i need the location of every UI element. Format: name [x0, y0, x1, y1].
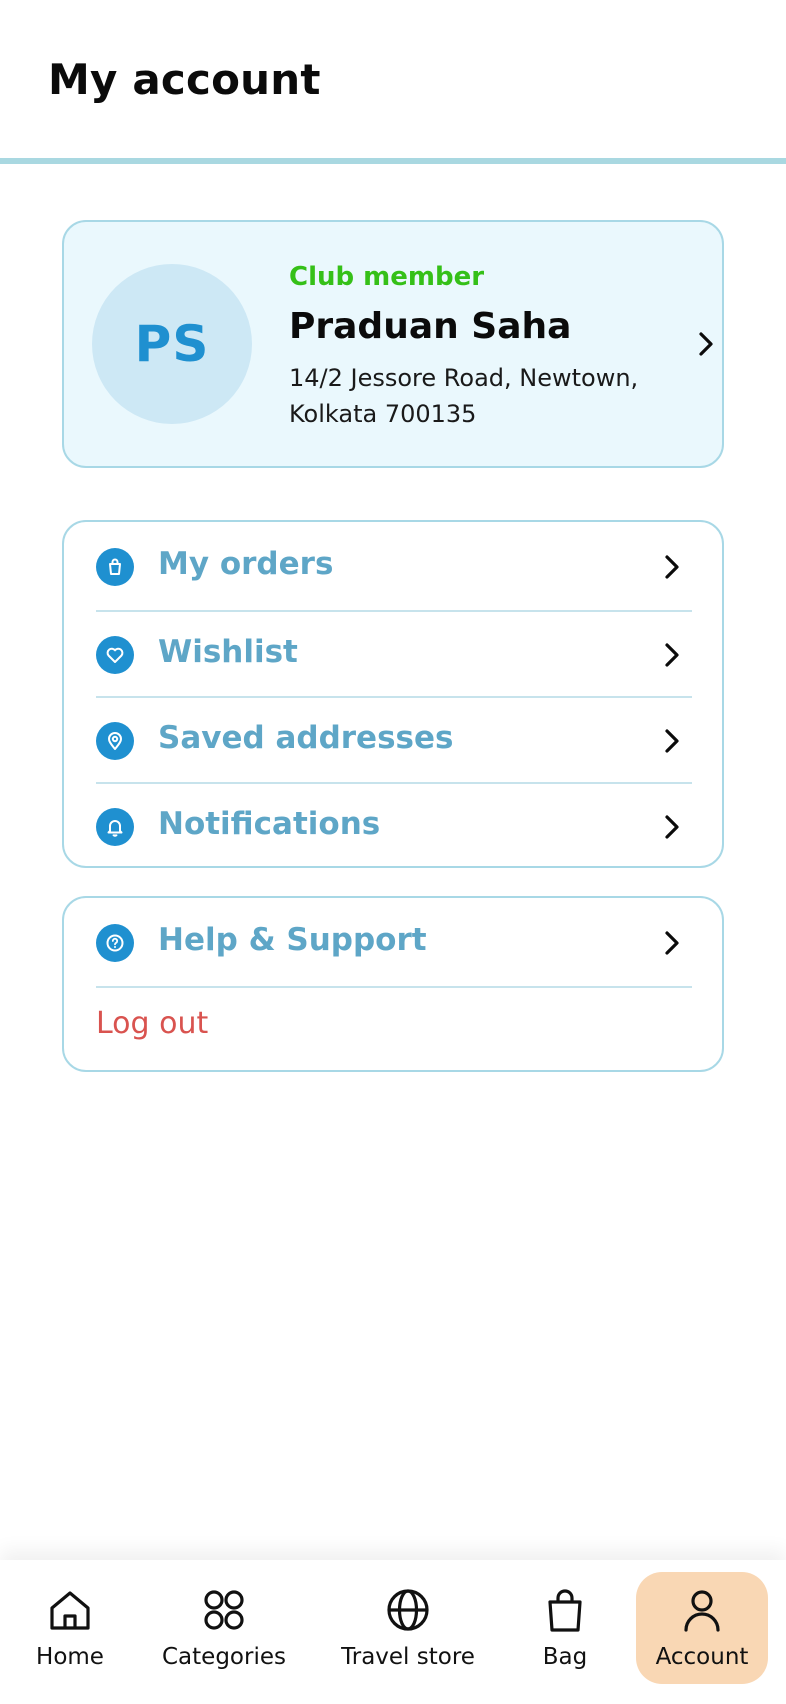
bottom-navigation: Home Categories Travel store Bag Account — [0, 1560, 786, 1704]
nav-item-bag[interactable]: Bag — [520, 1572, 610, 1684]
location-pin-icon — [96, 722, 134, 760]
grid-icon — [204, 1590, 244, 1630]
nav-item-home[interactable]: Home — [20, 1572, 120, 1684]
header-divider — [0, 158, 786, 164]
menu-item-my-orders[interactable]: My orders — [96, 524, 692, 610]
menu-item-help-support[interactable]: Help & Support — [96, 900, 692, 986]
chevron-right-icon — [665, 643, 679, 667]
avatar-initials: PS — [134, 315, 210, 373]
nav-label: Travel store — [341, 1644, 475, 1670]
menu-item-label: Wishlist — [158, 634, 298, 670]
chevron-right-icon — [665, 729, 679, 753]
menu-item-label: Help & Support — [158, 922, 427, 958]
home-icon — [50, 1591, 90, 1630]
shopping-bag-icon — [548, 1589, 582, 1632]
profile-name: Praduan Saha — [289, 306, 572, 347]
profile-address: 14/2 Jessore Road, Newtown, Kolkata 7001… — [289, 364, 639, 428]
page-title: My account — [48, 55, 321, 104]
nav-item-travel-store[interactable]: Travel store — [336, 1572, 480, 1684]
menu-item-wishlist[interactable]: Wishlist — [96, 612, 692, 698]
menu-item-saved-addresses[interactable]: Saved addresses — [96, 698, 692, 784]
nav-item-account[interactable]: Account — [636, 1572, 768, 1684]
menu-item-label: My orders — [158, 546, 334, 582]
club-member-badge: Club member — [289, 262, 485, 292]
user-icon — [684, 1590, 720, 1632]
menu-divider — [96, 986, 692, 988]
bell-icon — [96, 808, 134, 846]
menu-item-notifications[interactable]: Notifications — [96, 784, 692, 870]
chevron-right-icon — [665, 555, 679, 579]
menu-item-label: Notifications — [158, 806, 381, 842]
support-menu: Help & Support Log out — [62, 896, 724, 1072]
nav-label: Account — [655, 1644, 749, 1670]
account-menu: My orders Wishlist Saved addresses Notif… — [62, 520, 724, 868]
nav-item-categories[interactable]: Categories — [156, 1572, 292, 1684]
menu-item-label: Saved addresses — [158, 720, 454, 756]
nav-label: Bag — [542, 1644, 588, 1670]
chevron-right-icon — [699, 332, 713, 356]
logout-button[interactable]: Log out — [96, 1006, 208, 1041]
nav-label: Categories — [162, 1644, 286, 1670]
question-circle-icon — [96, 924, 134, 962]
globe-icon — [387, 1589, 429, 1631]
nav-label: Home — [36, 1644, 104, 1670]
avatar: PS — [92, 264, 252, 424]
chevron-right-icon — [665, 815, 679, 839]
page-header: My account — [0, 0, 786, 164]
profile-card[interactable]: PS Club member Praduan Saha 14/2 Jessore… — [62, 220, 724, 468]
chevron-right-icon — [665, 931, 679, 955]
shopping-bag-icon — [96, 548, 134, 586]
heart-icon — [96, 636, 134, 674]
